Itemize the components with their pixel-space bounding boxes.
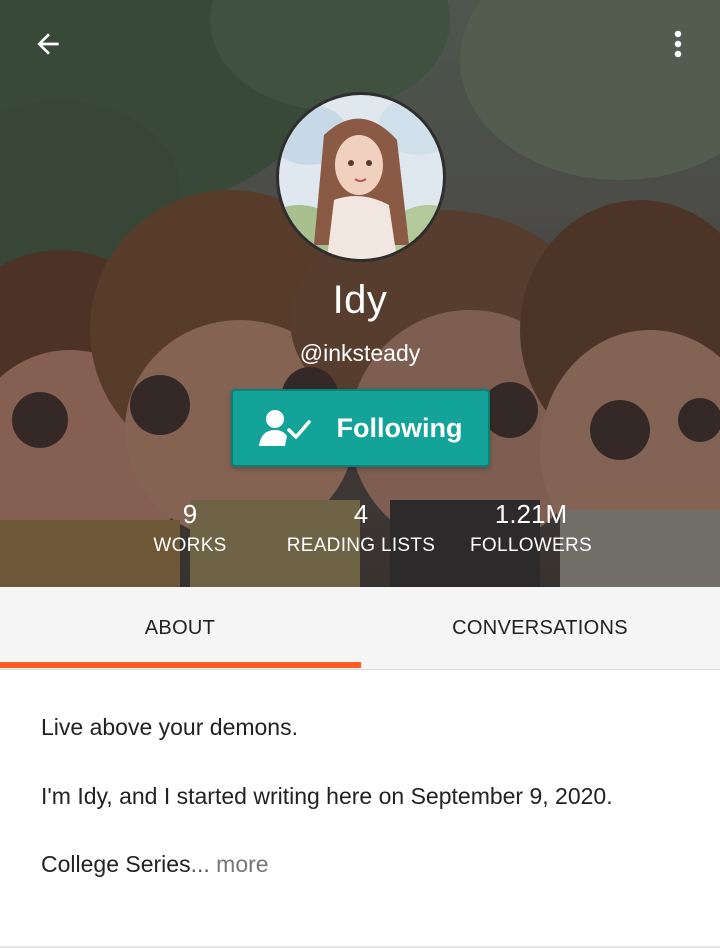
avatar[interactable] [276,92,446,262]
profile-tabs: ABOUT CONVERSATIONS [0,587,720,670]
following-button-label: Following [336,412,463,443]
stat-works[interactable]: 9 WORKS [140,498,240,562]
stat-reading-lists[interactable]: 4 READING LISTS [281,498,441,562]
about-tagline: Live above your demons. [41,714,298,740]
person-check-icon [258,410,311,446]
about-ellipsis: ... [190,851,210,877]
following-button[interactable]: Following [231,389,490,467]
about-series-line: College Series... more [41,847,269,881]
back-button[interactable] [20,20,76,68]
arrow-left-icon [37,33,59,55]
more-options-button[interactable] [650,20,706,68]
followers-label: FOLLOWERS [470,535,592,556]
profile-display-name: Idy [332,278,388,322]
active-tab-indicator [0,662,361,668]
works-label: WORKS [153,535,227,556]
about-intro: I'm Idy, and I started writing here on S… [41,783,613,809]
reading-lists-count: 4 [353,499,369,529]
read-more-link[interactable]: more [210,851,268,877]
more-vertical-icon [674,30,682,58]
stat-followers[interactable]: 1.21M FOLLOWERS [466,498,596,562]
profile-username: @inksteady [299,340,421,366]
about-series-text: College Series [41,851,191,877]
followers-count: 1.21M [494,499,568,529]
tab-conversations[interactable]: CONVERSATIONS [360,587,720,670]
tab-about[interactable]: ABOUT [0,587,360,670]
profile-stats: 9 WORKS 4 READING LISTS 1.21M FOLLOWERS [0,498,720,568]
reading-lists-label: READING LISTS [286,535,436,556]
works-count: 9 [182,499,198,529]
avatar-image [279,95,443,259]
